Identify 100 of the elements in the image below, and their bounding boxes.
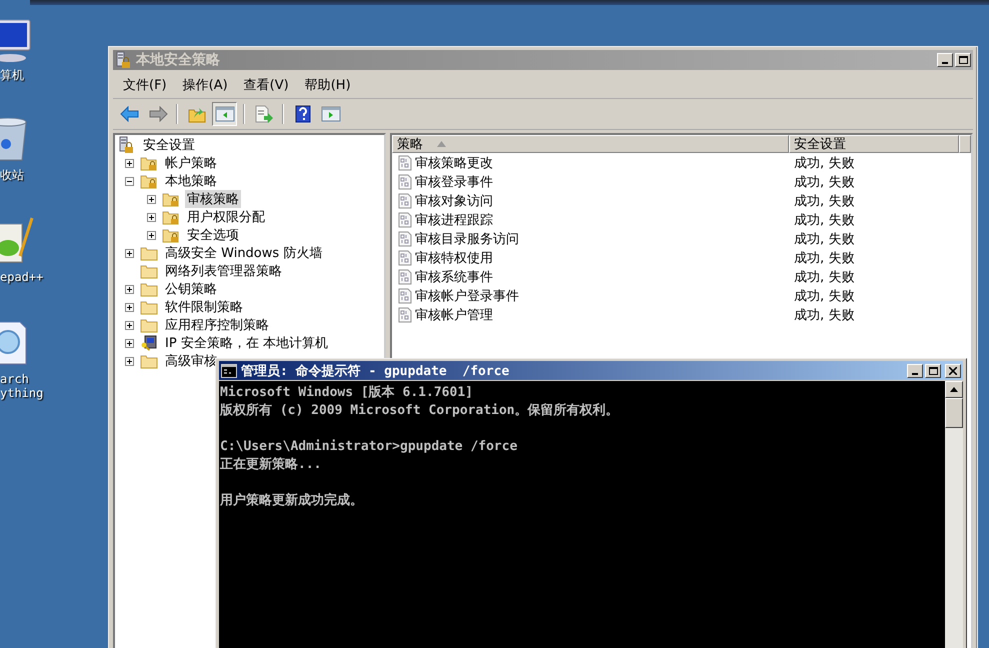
expand-box[interactable]	[146, 230, 157, 240]
tree-item[interactable]: 公钥策略	[163, 280, 219, 298]
console-line: C:\Users\Administrator>gpupdate /force	[220, 438, 518, 456]
security-setting: 成功, 失败	[793, 288, 854, 304]
close-icon	[949, 366, 957, 374]
security-setting: 成功, 失败	[793, 174, 854, 190]
tree-item[interactable]: 安全设置	[141, 136, 197, 154]
folder-up-icon	[188, 105, 206, 123]
folder-icon	[140, 353, 158, 369]
locked-folder-icon	[140, 155, 158, 171]
tree-item[interactable]: 本地策略	[163, 172, 219, 190]
folder-icon	[140, 245, 158, 261]
expand-box[interactable]	[124, 284, 135, 294]
tree-item[interactable]: IP 安全策略，在 本地计算机	[163, 334, 330, 352]
expand-box[interactable]	[146, 194, 157, 204]
policy-icon	[398, 230, 412, 246]
security-setting: 成功, 失败	[793, 192, 854, 210]
expand-box[interactable]	[124, 158, 135, 168]
menu-item[interactable]: 文件(F)	[123, 76, 167, 94]
security-setting: 成功, 失败	[793, 306, 854, 324]
pane-icon	[320, 106, 340, 122]
console-icon	[221, 364, 237, 378]
folder-icon	[140, 263, 158, 279]
console-line: 正在更新策略...	[220, 456, 322, 474]
window-title: 管理员: 命令提示符 - gpupdate /force	[241, 362, 510, 380]
expand-box[interactable]	[124, 356, 135, 366]
folder-icon	[140, 299, 158, 315]
locked-folder-icon	[162, 191, 180, 207]
tree-item[interactable]: 网络列表管理器策略	[163, 262, 284, 280]
policy-name[interactable]: 审核对象访问	[415, 192, 493, 210]
tree-item[interactable]: 帐户策略	[163, 154, 219, 172]
scrollbar[interactable]	[945, 381, 963, 648]
desktop-icon-label[interactable]: arch ything	[0, 372, 44, 400]
desktop-icon-label[interactable]: 收站	[0, 168, 24, 182]
policy-name[interactable]: 审核目录服务访问	[415, 230, 519, 248]
policy-icon	[398, 250, 412, 266]
close-button[interactable]	[945, 364, 961, 378]
policy-icon	[398, 212, 412, 228]
expand-box[interactable]	[124, 302, 135, 312]
tree-item[interactable]: 软件限制策略	[163, 298, 245, 316]
tree-item[interactable]: 审核策略	[185, 190, 241, 208]
window-title: 本地安全策略	[136, 51, 220, 69]
locked-folder-icon	[162, 227, 180, 243]
export-list-icon	[254, 105, 274, 123]
policy-icon	[398, 192, 412, 208]
folder-icon	[140, 281, 158, 297]
column-header[interactable]: 安全设置	[789, 135, 959, 153]
policy-icon	[398, 288, 412, 304]
policy-icon	[398, 306, 412, 322]
locked-folder-icon	[162, 209, 180, 225]
security-setting: 成功, 失败	[793, 154, 854, 172]
policy-name[interactable]: 审核进程跟踪	[415, 210, 493, 228]
server-lock-icon	[115, 51, 133, 69]
expand-box[interactable]	[146, 212, 157, 222]
help-icon	[294, 105, 310, 123]
menu-item[interactable]: 查看(V)	[244, 76, 289, 94]
policy-name[interactable]: 审核策略更改	[415, 154, 493, 172]
console-line: Microsoft Windows [版本 6.1.7601]	[220, 384, 474, 402]
maximize-icon	[958, 56, 968, 64]
expand-box[interactable]	[124, 248, 135, 258]
policy-name[interactable]: 审核帐户管理	[415, 306, 493, 324]
minimize-icon	[912, 372, 918, 374]
policy-name[interactable]: 审核特权使用	[415, 248, 493, 266]
minimize-button[interactable]	[907, 364, 923, 378]
menu-item[interactable]: 帮助(H)	[304, 76, 351, 94]
minimize-button[interactable]	[937, 53, 953, 67]
security-setting: 成功, 失败	[793, 250, 854, 266]
policy-icon	[398, 154, 412, 170]
tree-item[interactable]: 用户权限分配	[185, 208, 267, 226]
console-line: 版权所有 (c) 2009 Microsoft Corporation。保留所有权利。	[220, 402, 620, 420]
policy-name[interactable]: 审核系统事件	[415, 268, 493, 286]
menu-item[interactable]: 操作(A)	[182, 76, 228, 94]
policy-name[interactable]: 审核登录事件	[415, 172, 493, 190]
maximize-button[interactable]	[955, 53, 971, 67]
locked-folder-icon	[140, 173, 158, 189]
desktop-icon-label[interactable]: epad++	[0, 270, 44, 284]
up-arrow-icon	[950, 387, 958, 392]
security-setting: 成功, 失败	[793, 230, 854, 248]
pane-icon	[214, 106, 234, 122]
column-header[interactable]: 策略	[392, 135, 789, 153]
scroll-thumb[interactable]	[945, 398, 963, 428]
tree-item[interactable]: 应用程序控制策略	[163, 316, 271, 334]
maximize-icon	[928, 366, 938, 374]
scroll-up-button[interactable]	[945, 381, 963, 398]
expand-box[interactable]	[124, 338, 135, 348]
security-setting: 成功, 失败	[793, 268, 854, 286]
collapse-box[interactable]	[124, 176, 135, 186]
tree-item[interactable]: 安全选项	[185, 226, 241, 244]
maximize-button[interactable]	[925, 364, 941, 378]
expand-box[interactable]	[124, 320, 135, 330]
policy-icon	[398, 268, 412, 284]
computer-key-icon	[140, 335, 158, 351]
policy-icon	[398, 174, 412, 190]
security-setting: 成功, 失败	[793, 212, 854, 228]
forward-arrow-icon	[148, 106, 168, 122]
folder-icon	[140, 317, 158, 333]
policy-name[interactable]: 审核帐户登录事件	[415, 286, 519, 304]
tree-item[interactable]: 高级安全 Windows 防火墙	[163, 244, 324, 262]
back-arrow-icon	[120, 106, 140, 122]
desktop-icon-label[interactable]: 算机	[0, 68, 24, 82]
